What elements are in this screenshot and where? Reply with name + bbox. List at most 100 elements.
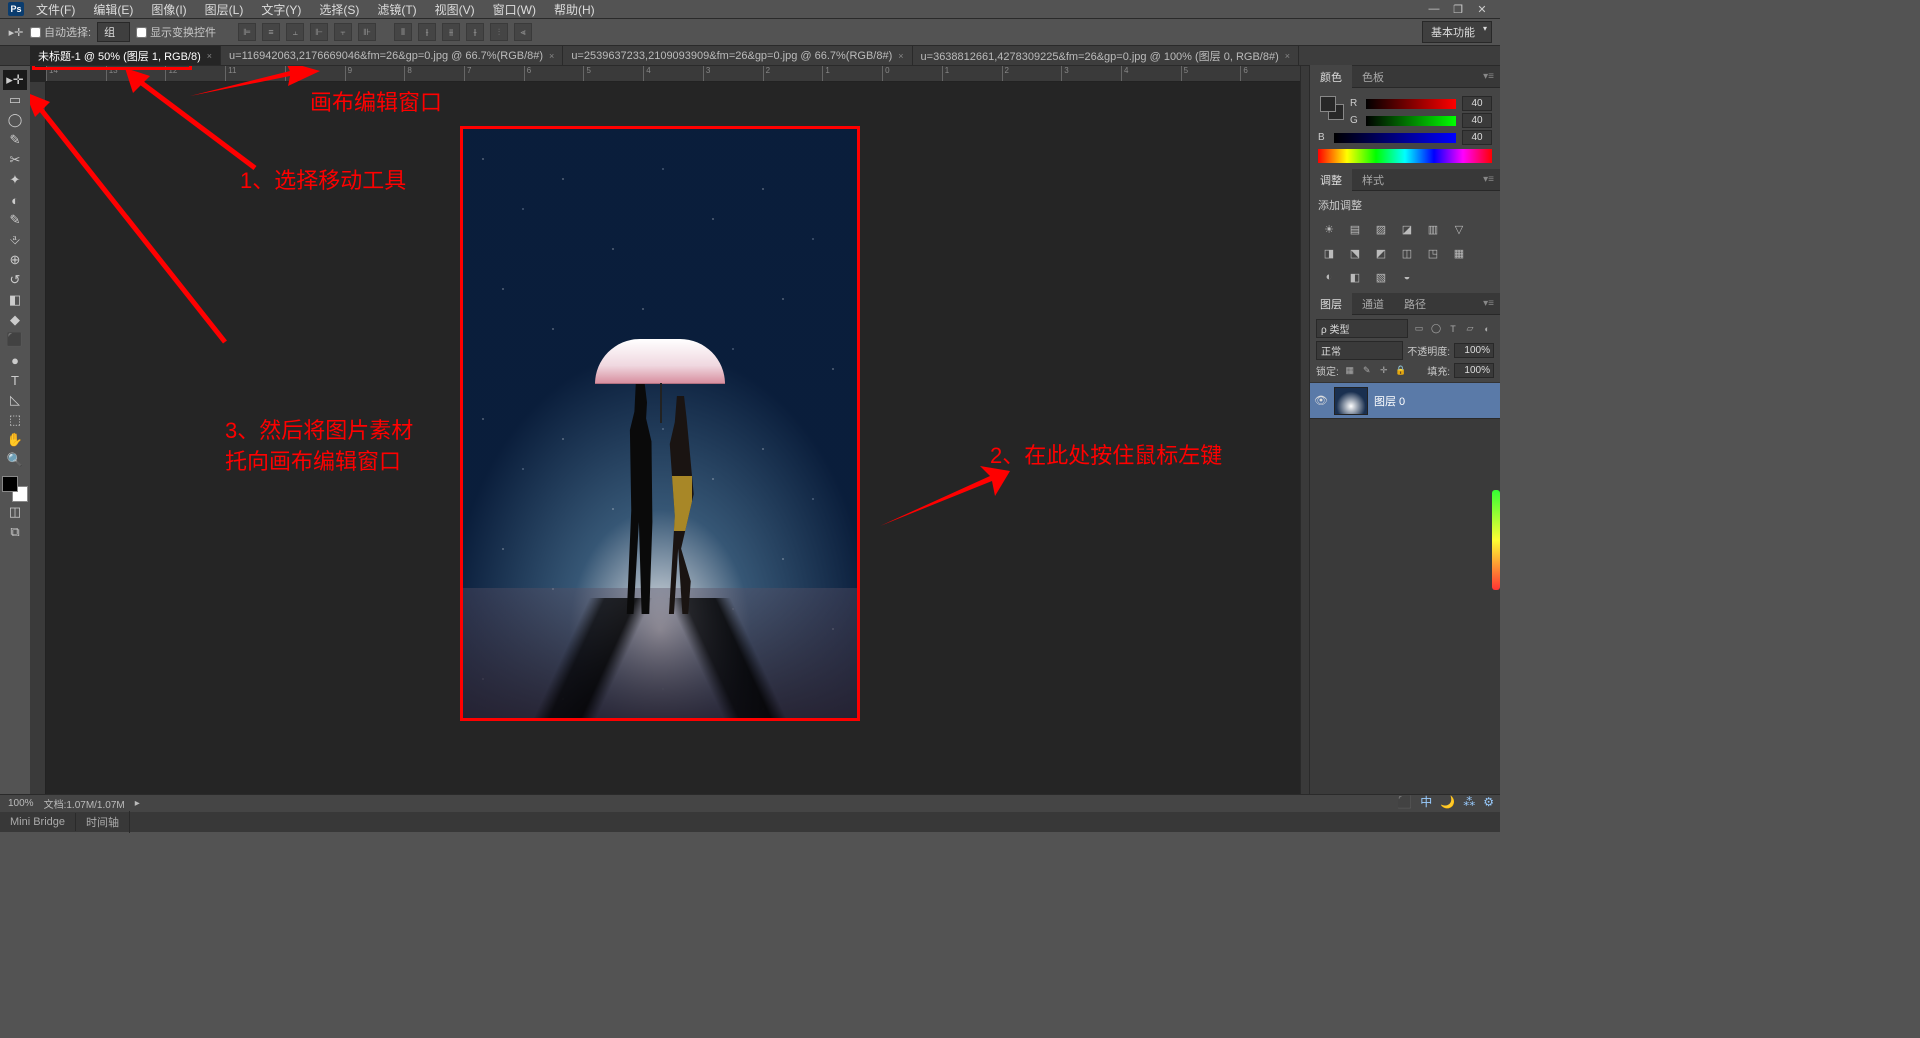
menu-file[interactable]: 文件(F) [32, 0, 79, 19]
collapsed-panel-strip[interactable] [1300, 66, 1310, 794]
tab-color[interactable]: 颜色 [1310, 65, 1352, 89]
stamp-tool[interactable]: ⎀ [3, 230, 27, 250]
adj-icon[interactable]: ▦ [1450, 245, 1468, 261]
show-transform-checkbox[interactable]: 显示变换控件 [136, 24, 216, 40]
menu-view[interactable]: 视图(V) [431, 0, 479, 19]
distribute-icon[interactable]: ⫵ [442, 23, 460, 41]
align-icon[interactable]: ⫠ [286, 23, 304, 41]
align-icon[interactable]: ≡ [262, 23, 280, 41]
close-tab-icon[interactable]: × [1285, 51, 1290, 61]
move-tool[interactable]: ▸✛ [3, 70, 27, 90]
tab-timeline[interactable]: 时间轴 [76, 811, 130, 833]
lock-pixels-icon[interactable]: ▦ [1343, 364, 1357, 378]
distribute-icon[interactable]: ⫶ [490, 23, 508, 41]
align-icon[interactable]: ⫟ [334, 23, 352, 41]
document-tab[interactable]: u=2539637233,2109093909&fm=26&gp=0.jpg @… [563, 46, 912, 65]
adj-icon[interactable]: ☀ [1320, 221, 1338, 237]
filter-icon[interactable]: ◯ [1429, 322, 1443, 336]
doc-info[interactable]: 文档:1.07M/1.07M [44, 796, 125, 811]
adj-icon[interactable]: ▽ [1450, 221, 1468, 237]
foreground-background-colors[interactable] [2, 476, 28, 502]
pen-tool[interactable]: ● [3, 350, 27, 370]
tray-moon-icon[interactable]: 🌙 [1440, 795, 1455, 809]
menu-filter[interactable]: 滤镜(T) [373, 0, 420, 19]
layer-kind-filter[interactable]: ρ 类型 [1316, 319, 1408, 338]
tray-settings-icon[interactable]: ⚙ [1483, 795, 1494, 809]
tab-layers[interactable]: 图层 [1310, 292, 1352, 316]
adj-icon[interactable]: ◩ [1372, 245, 1390, 261]
history-brush-tool[interactable]: ⊕ [3, 250, 27, 270]
align-icon[interactable]: ⊪ [358, 23, 376, 41]
auto-select-target[interactable]: 组 [97, 22, 130, 42]
distribute-icon[interactable]: ⫳ [466, 23, 484, 41]
tab-swatches[interactable]: 色板 [1352, 65, 1394, 89]
tray-icon[interactable]: ⬛ [1397, 795, 1412, 809]
visibility-toggle-icon[interactable]: 👁 [1314, 394, 1328, 407]
distribute-icon[interactable]: ⫴ [394, 23, 412, 41]
auto-select-checkbox[interactable]: 自动选择: [30, 24, 91, 40]
slider-r[interactable] [1366, 99, 1456, 109]
adj-icon[interactable]: ◐ [1320, 269, 1338, 285]
adj-icon[interactable]: ▨ [1372, 221, 1390, 237]
adj-icon[interactable]: ◳ [1424, 245, 1442, 261]
menu-image[interactable]: 图像(I) [147, 0, 190, 19]
menu-window[interactable]: 窗口(W) [489, 0, 540, 19]
distribute-icon[interactable]: ⫲ [418, 23, 436, 41]
menu-help[interactable]: 帮助(H) [550, 0, 599, 19]
status-arrow-icon[interactable]: ▸ [135, 798, 140, 809]
adj-icon[interactable]: ◒ [1398, 269, 1416, 285]
tray-ime-icon[interactable]: 中 [1420, 793, 1432, 810]
lock-paint-icon[interactable]: ✎ [1360, 364, 1374, 378]
close-tab-icon[interactable]: × [207, 51, 212, 61]
blend-mode-select[interactable]: 正常 [1316, 341, 1403, 360]
brush-tool[interactable]: ✎ [3, 210, 27, 230]
lasso-tool[interactable]: ◯ [3, 110, 27, 130]
layer-name[interactable]: 图层 0 [1374, 393, 1405, 409]
minimize-button[interactable]: — [1424, 2, 1444, 16]
zoom-tool[interactable]: 🔍 [3, 450, 27, 470]
adj-icon[interactable]: ▤ [1346, 221, 1364, 237]
opacity-input[interactable]: 100% [1454, 343, 1494, 358]
close-tab-icon[interactable]: × [898, 51, 903, 61]
panel-menu-icon[interactable]: ▾≡ [1477, 298, 1500, 309]
lock-all-icon[interactable]: 🔒 [1394, 364, 1408, 378]
filter-icon[interactable]: T [1446, 322, 1460, 336]
align-icon[interactable]: ⊫ [238, 23, 256, 41]
adj-icon[interactable]: ◫ [1398, 245, 1416, 261]
filter-icon[interactable]: ▱ [1463, 322, 1477, 336]
filter-icon[interactable]: ◐ [1480, 322, 1494, 336]
document-tab[interactable]: 未标题-1 @ 50% (图层 1, RGB/8)× [30, 46, 221, 65]
layer-thumbnail[interactable] [1334, 387, 1368, 415]
close-button[interactable]: ✕ [1472, 2, 1492, 16]
maximize-button[interactable]: ❐ [1448, 2, 1468, 16]
workspace-selector[interactable]: 基本功能 [1422, 21, 1492, 43]
menu-select[interactable]: 选择(S) [315, 0, 363, 19]
quick-mask-toggle[interactable]: ◫ [3, 502, 27, 522]
tab-adjustments[interactable]: 调整 [1310, 168, 1352, 192]
type-tool[interactable]: T [3, 370, 27, 390]
adj-icon[interactable]: ◨ [1320, 245, 1338, 261]
adj-icon[interactable]: ◧ [1346, 269, 1364, 285]
panel-menu-icon[interactable]: ▾≡ [1477, 174, 1500, 185]
eyedropper-tool[interactable]: ✦ [3, 170, 27, 190]
healing-tool[interactable]: ◐ [3, 190, 27, 210]
lock-position-icon[interactable]: ✛ [1377, 364, 1391, 378]
dodge-tool[interactable]: ⬛ [3, 330, 27, 350]
tab-styles[interactable]: 样式 [1352, 168, 1394, 192]
marquee-tool[interactable]: ▭ [3, 90, 27, 110]
menu-type[interactable]: 文字(Y) [257, 0, 305, 19]
tray-icon[interactable]: ⁂ [1463, 795, 1475, 809]
layer-item[interactable]: 👁 图层 0 [1310, 383, 1500, 419]
crop-tool[interactable]: ✂ [3, 150, 27, 170]
fill-input[interactable]: 100% [1454, 363, 1494, 378]
adj-icon[interactable]: ▧ [1372, 269, 1390, 285]
document-tab[interactable]: u=116942063,2176669046&fm=26&gp=0.jpg @ … [221, 46, 563, 65]
blur-tool[interactable]: ◆ [3, 310, 27, 330]
eraser-tool[interactable]: ↺ [3, 270, 27, 290]
adj-icon[interactable]: ▥ [1424, 221, 1442, 237]
panel-menu-icon[interactable]: ▾≡ [1477, 71, 1500, 82]
shape-tool[interactable]: ⬚ [3, 410, 27, 430]
input-b[interactable]: 40 [1462, 130, 1492, 145]
menu-layer[interactable]: 图层(L) [201, 0, 248, 19]
slider-g[interactable] [1366, 116, 1456, 126]
